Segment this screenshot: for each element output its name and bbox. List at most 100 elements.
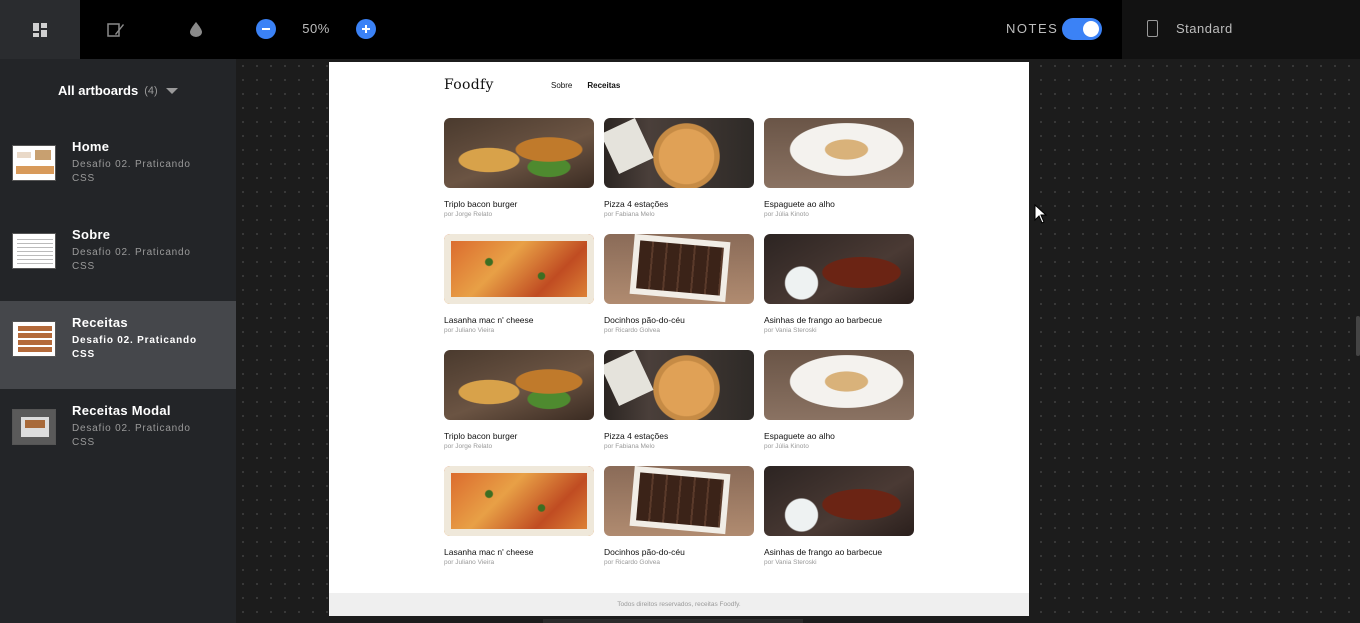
page-nav: Sobre Receitas: [551, 81, 620, 90]
recipe-card[interactable]: Docinhos pão-do-céu por Ricardo Golvea: [604, 466, 754, 566]
artboard-item-receitas[interactable]: Receitas Desafio 02. Praticando CSS: [0, 301, 236, 389]
recipe-title: Asinhas de frango ao barbecue: [764, 315, 883, 325]
horizontal-scrollbar[interactable]: [543, 619, 803, 623]
notes-toggle[interactable]: [1062, 18, 1102, 40]
zoom-level: 50%: [302, 21, 330, 36]
tab-inspect[interactable]: [76, 0, 156, 59]
page-footer: Todos direitos reservados, receitas Food…: [329, 593, 1029, 616]
nav-link-receitas[interactable]: Receitas: [587, 81, 620, 90]
recipe-image[interactable]: [444, 234, 594, 304]
recipe-image[interactable]: [604, 350, 754, 420]
paper-decoration: [604, 350, 654, 406]
recipe-image[interactable]: [604, 234, 754, 304]
artboard-thumbnail: [12, 409, 56, 445]
recipe-author: por Ricardo Golvea: [604, 327, 660, 334]
recipe-title: Lasanha mac n' cheese: [444, 547, 534, 557]
recipe-card[interactable]: Pizza 4 estações por Fabiana Melo: [604, 118, 754, 218]
recipe-author: por Vania Steroski: [764, 559, 817, 566]
zoom-in-button[interactable]: [356, 19, 376, 39]
recipe-author: por Ricardo Golvea: [604, 559, 660, 566]
recipe-title: Espaguete ao alho: [764, 431, 835, 441]
minus-icon: [262, 28, 270, 30]
device-label: Standard: [1176, 21, 1233, 36]
artboard-title: Sobre: [72, 227, 111, 242]
zoom-out-button[interactable]: [256, 19, 276, 39]
recipe-title: Asinhas de frango ao barbecue: [764, 547, 883, 557]
notes-label: NOTES: [1006, 21, 1059, 36]
artboards-dropdown-label: All artboards: [58, 83, 139, 98]
plus-icon: [362, 25, 370, 33]
recipe-card[interactable]: Espaguete ao alho por Júlia Kinoto: [764, 350, 914, 450]
recipe-card[interactable]: Pizza 4 estações por Fabiana Melo: [604, 350, 754, 450]
foodfy-logo[interactable]: Foodfy: [444, 77, 494, 93]
recipe-image[interactable]: [764, 466, 914, 536]
recipe-card[interactable]: Triplo bacon burger por Jorge Relato: [444, 118, 594, 218]
nav-link-sobre[interactable]: Sobre: [551, 81, 572, 90]
recipe-title: Pizza 4 estações: [604, 431, 669, 441]
recipe-title: Espaguete ao alho: [764, 199, 835, 209]
artboard-thumbnail: [12, 321, 56, 357]
tab-colors[interactable]: [156, 0, 236, 59]
inspect-icon: [107, 22, 124, 37]
paper-decoration: [604, 118, 654, 174]
recipe-image[interactable]: [604, 118, 754, 188]
recipe-card[interactable]: Asinhas de frango ao barbecue por Vania S…: [764, 234, 914, 334]
recipe-title: Docinhos pão-do-céu: [604, 315, 685, 325]
device-selector[interactable]: Standard: [1122, 0, 1360, 59]
recipe-card[interactable]: Docinhos pão-do-céu por Ricardo Golvea: [604, 234, 754, 334]
recipe-author: por Júlia Kinoto: [764, 211, 809, 218]
phone-icon: [1147, 20, 1158, 37]
recipe-grid: Triplo bacon burger por Jorge Relato Pizza…: [444, 118, 914, 566]
artboards-sidebar: All artboards (4) Home Desafio 02. Prati…: [0, 59, 236, 623]
mouse-cursor-icon: [1034, 204, 1048, 224]
artboards-count: (4): [144, 84, 158, 97]
recipe-title: Pizza 4 estações: [604, 199, 669, 209]
top-toolbar: 50% NOTES Standard: [0, 0, 1360, 59]
recipe-author: por Júlia Kinoto: [764, 443, 809, 450]
recipe-card[interactable]: Lasanha mac n' cheese por Juliano Vieira: [444, 234, 594, 334]
recipe-image[interactable]: [444, 466, 594, 536]
chocolate-decoration: [636, 240, 724, 296]
recipe-title: Triplo bacon burger: [444, 199, 518, 209]
artboard-subtitle: Desafio 02. Praticando CSS: [72, 159, 191, 184]
recipe-author: por Juliano Vieira: [444, 327, 495, 334]
artboard-thumbnail: [12, 145, 56, 181]
artboard-item-home[interactable]: Home Desafio 02. Praticando CSS: [0, 125, 236, 213]
artboard-subtitle: Desafio 02. Praticando CSS: [72, 423, 191, 448]
chevron-down-icon: [165, 87, 178, 94]
artboard-item-receitas-modal[interactable]: Receitas Modal Desafio 02. Praticando CS…: [0, 389, 236, 477]
recipe-card[interactable]: Lasanha mac n' cheese por Juliano Vieira: [444, 466, 594, 566]
artboard-title: Receitas: [72, 315, 128, 330]
recipe-card[interactable]: Asinhas de frango ao barbecue por Vania S…: [764, 466, 914, 566]
artboard-title: Receitas Modal: [72, 403, 171, 418]
recipe-image[interactable]: [604, 466, 754, 536]
artboards-icon: [33, 22, 47, 37]
recipe-author: por Jorge Relato: [444, 443, 493, 450]
recipe-image[interactable]: [444, 350, 594, 420]
artboard-receitas: Foodfy Sobre Receitas Triplo bacon burge…: [329, 62, 1029, 616]
recipe-image[interactable]: [764, 118, 914, 188]
page-header: Foodfy Sobre Receitas: [444, 77, 914, 97]
toggle-knob: [1083, 21, 1099, 37]
canvas[interactable]: Foodfy Sobre Receitas Triplo bacon burge…: [236, 59, 1360, 623]
recipe-author: por Jorge Relato: [444, 211, 493, 218]
recipe-title: Docinhos pão-do-céu: [604, 547, 685, 557]
recipe-image[interactable]: [444, 118, 594, 188]
recipe-card[interactable]: Espaguete ao alho por Júlia Kinoto: [764, 118, 914, 218]
recipe-author: por Fabiana Melo: [604, 443, 655, 450]
artboard-thumbnail: [12, 233, 56, 269]
recipe-title: Triplo bacon burger: [444, 431, 518, 441]
colors-icon: [190, 22, 202, 37]
recipe-card[interactable]: Triplo bacon burger por Jorge Relato: [444, 350, 594, 450]
vertical-scrollbar[interactable]: [1356, 316, 1360, 356]
tab-artboards[interactable]: [0, 0, 80, 59]
artboard-item-sobre[interactable]: Sobre Desafio 02. Praticando CSS: [0, 213, 236, 301]
recipe-title: Lasanha mac n' cheese: [444, 315, 534, 325]
recipe-author: por Juliano Vieira: [444, 559, 495, 566]
artboards-dropdown[interactable]: All artboards (4): [58, 83, 178, 98]
artboard-subtitle: Desafio 02. Praticando CSS: [72, 335, 197, 360]
recipe-author: por Fabiana Melo: [604, 211, 655, 218]
recipe-image[interactable]: [764, 234, 914, 304]
recipe-image[interactable]: [764, 350, 914, 420]
artboard-subtitle: Desafio 02. Praticando CSS: [72, 247, 191, 272]
